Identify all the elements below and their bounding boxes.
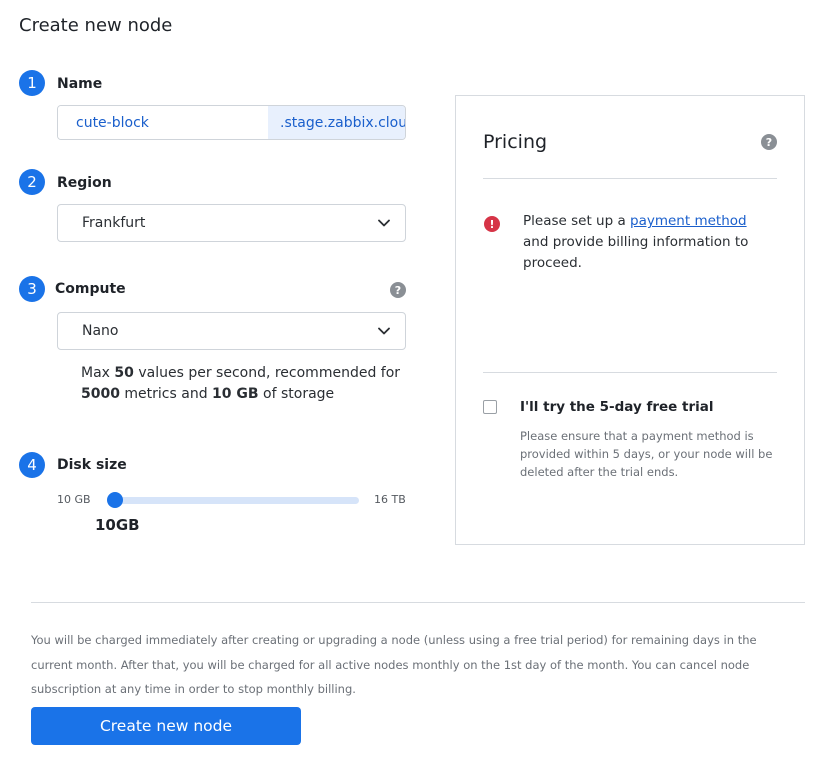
free-trial-checkbox[interactable] — [483, 400, 497, 414]
step-3-badge: 3 — [19, 276, 45, 302]
page-title: Create new node — [19, 15, 173, 36]
domain-suffix: .stage.zabbix.cloud — [268, 106, 405, 139]
payment-alert-text: Please set up a payment method and provi… — [523, 213, 749, 271]
step-1-badge: 1 — [19, 70, 45, 96]
name-label: Name — [57, 76, 103, 92]
billing-note: You will be charged immediately after cr… — [31, 633, 757, 696]
alert-circle-icon: ! — [484, 216, 500, 232]
disk-max-label: 16 TB — [374, 493, 406, 506]
compute-label: Compute — [55, 281, 126, 297]
free-trial-note: Please ensure that a payment method is p… — [520, 429, 773, 479]
disk-size-label: Disk size — [57, 457, 127, 473]
payment-method-link[interactable]: payment method — [630, 213, 747, 229]
free-trial-label[interactable]: I'll try the 5-day free trial — [520, 399, 714, 415]
pricing-title: Pricing — [483, 131, 548, 153]
compute-selected-value: Nano — [82, 323, 119, 339]
pricing-divider-top — [483, 178, 777, 179]
pricing-help-icon[interactable]: ? — [761, 134, 777, 150]
pricing-divider-bottom — [483, 372, 777, 373]
region-select[interactable]: Frankfurt — [57, 204, 406, 242]
disk-size-value: 10GB — [95, 516, 140, 534]
disk-slider-thumb[interactable] — [107, 492, 123, 508]
node-name-input[interactable] — [58, 106, 268, 139]
chevron-down-icon — [377, 324, 391, 338]
pricing-panel: Pricing ? ! Please set up a payment meth… — [455, 95, 805, 545]
step-2-badge: 2 — [19, 169, 45, 195]
step-4-badge: 4 — [19, 452, 45, 478]
disk-min-label: 10 GB — [57, 493, 91, 506]
region-selected-value: Frankfurt — [82, 215, 146, 231]
name-field: .stage.zabbix.cloud — [57, 105, 406, 140]
disk-slider-track[interactable] — [110, 497, 359, 504]
chevron-down-icon — [377, 216, 391, 230]
compute-select[interactable]: Nano — [57, 312, 406, 350]
compute-description: Max 50 values per second, recommended fo… — [81, 365, 401, 402]
create-node-button[interactable]: Create new node — [31, 707, 301, 745]
footer-divider — [31, 602, 805, 603]
compute-help-icon[interactable]: ? — [390, 282, 406, 298]
region-label: Region — [57, 175, 112, 191]
